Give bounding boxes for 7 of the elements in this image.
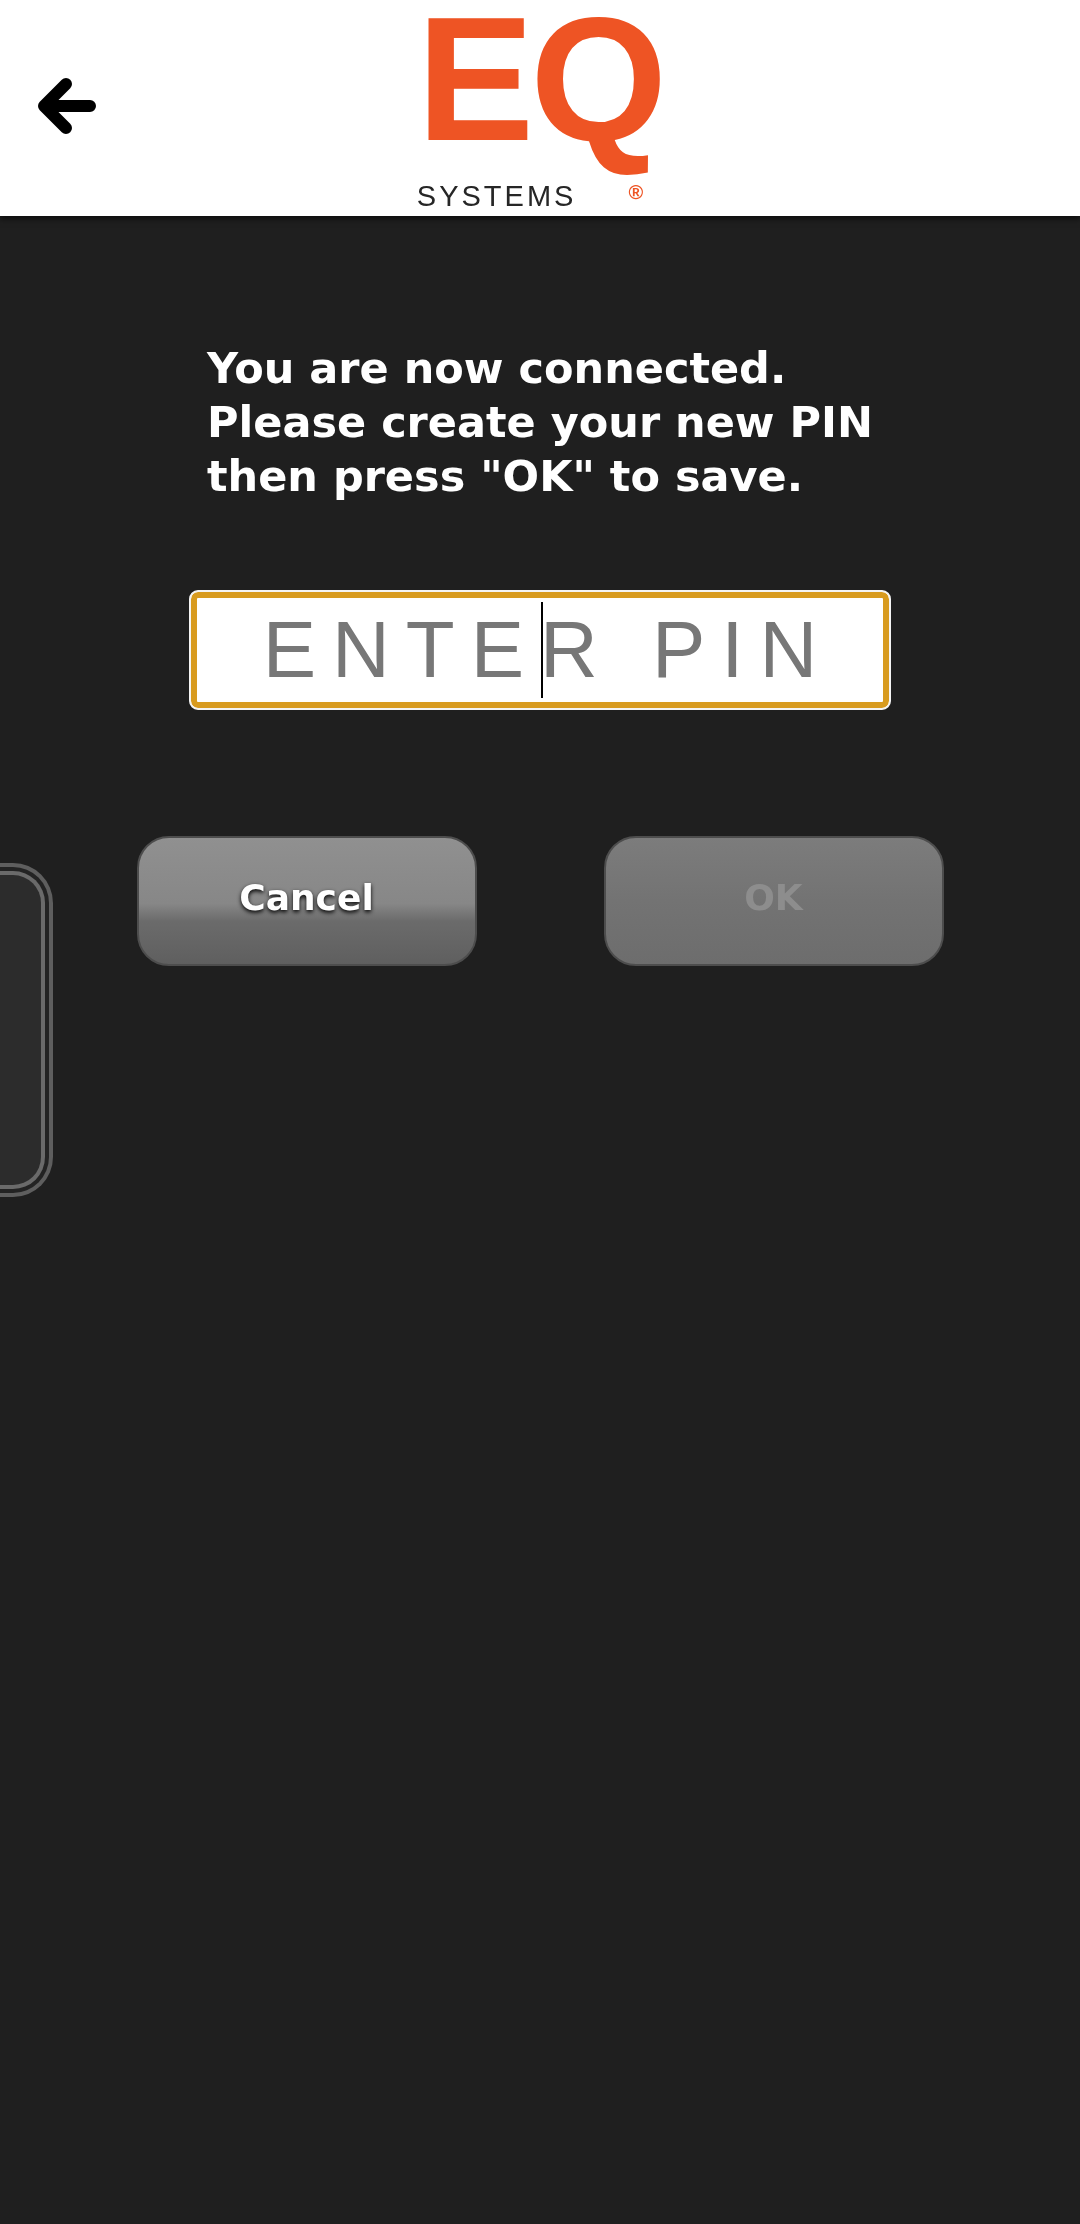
logo-subtitle: SYSTEMS: [416, 182, 577, 211]
registered-mark: ®: [628, 182, 644, 202]
back-button[interactable]: [38, 78, 96, 134]
logo-letters: EQ: [416, 11, 664, 179]
instruction-message: You are now connected. Please create your new PIN then press "OK" to save.: [206, 342, 874, 503]
arrow-left-icon: [38, 78, 96, 134]
cancel-button[interactable]: Cancel: [136, 836, 477, 966]
